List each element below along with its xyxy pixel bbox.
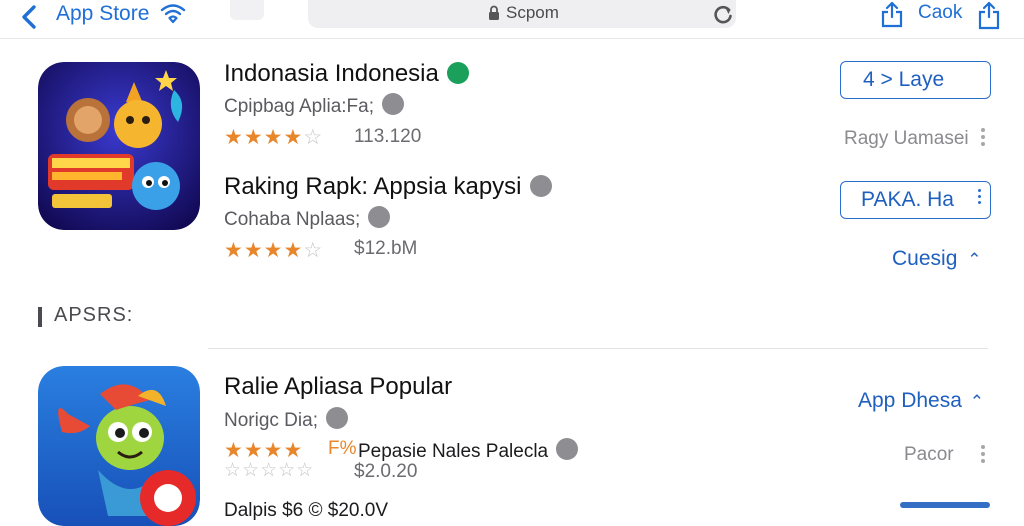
reload-icon[interactable]	[712, 4, 734, 26]
star-tail: F%	[328, 438, 357, 459]
app-icon-bird[interactable]	[38, 366, 200, 526]
verified-check-icon	[556, 438, 579, 460]
verified-check-icon	[446, 62, 469, 84]
app-meta: $12.bM	[354, 238, 418, 259]
lock-icon	[489, 5, 499, 20]
more-dots-icon	[978, 189, 982, 204]
address-text: Scpom	[506, 3, 559, 22]
partial-link[interactable]	[900, 502, 990, 508]
app-partial-row: Dalpis $6 © $20.0V	[224, 500, 388, 521]
app-side-link[interactable]: App Dhesa ⌃	[858, 389, 984, 413]
app-side-link-text: App Dhesa	[858, 389, 962, 412]
app-extra-text: Pepasie Nales Palecla	[358, 438, 579, 463]
app-side-text: Pacor	[904, 444, 954, 465]
verified-check-icon	[382, 93, 404, 115]
app-side-link[interactable]: Cuesig ⌃	[892, 247, 981, 271]
more-dots-icon[interactable]	[981, 445, 985, 466]
app-side-link-text: Cuesig	[892, 247, 958, 270]
section-marker	[38, 307, 42, 327]
app-extra-text-label: Pepasie Nales Palecla	[358, 441, 549, 462]
cancel-button[interactable]: Caok	[918, 2, 962, 24]
tabs-button[interactable]	[230, 0, 264, 20]
app-action-button[interactable]: 4 > Laye	[840, 61, 991, 99]
chevron-left-icon[interactable]	[18, 4, 42, 30]
wifi-icon	[160, 4, 186, 24]
share-icon[interactable]	[976, 0, 1002, 30]
app-meta: $2.0.20	[354, 461, 418, 482]
verified-check-icon	[529, 175, 552, 197]
verified-check-icon	[368, 206, 391, 228]
share-icon[interactable]	[880, 0, 904, 28]
app-action-button[interactable]: PAKA. Ha	[840, 181, 991, 219]
app-title-text: Indonasia Indonesia	[224, 60, 439, 87]
star-rating: ☆☆☆☆☆	[224, 460, 315, 481]
app-subtitle-text: Cpipbag Aplia:Fa;	[224, 96, 374, 117]
section-title: APSRS:	[54, 304, 134, 326]
app-icon-game[interactable]	[38, 62, 200, 230]
app-title[interactable]: Ralie Apliasa Popular	[224, 373, 452, 401]
star-rating: ★★★★☆	[224, 239, 324, 262]
app-subtitle-text: Norigc Dia;	[224, 410, 318, 431]
app-title[interactable]: Raking Rapk: Appsia kapysi	[224, 173, 552, 201]
app-subtitle-text: Cohaba Nplaas;	[224, 209, 361, 230]
app-title[interactable]: Indonasia Indonesia	[224, 60, 469, 88]
app-meta: 113.120	[354, 126, 422, 147]
chevron-up-icon: ⌃	[969, 392, 984, 411]
app-action-button-label: PAKA. Ha	[861, 188, 954, 211]
back-button[interactable]: App Store	[56, 2, 149, 26]
verified-check-icon	[325, 407, 348, 429]
star-rating: ★★★★☆	[224, 126, 324, 149]
app-side-text: Ragy Uamasei	[844, 128, 969, 149]
app-title-text: Raking Rapk: Appsia kapysi	[224, 173, 522, 200]
more-dots-icon[interactable]	[981, 128, 985, 149]
chevron-up-icon: ⌃	[967, 250, 982, 269]
divider	[208, 348, 988, 349]
app-subtitle: Norigc Dia;	[224, 407, 348, 432]
app-subtitle: Cpipbag Aplia:Fa;	[224, 93, 404, 118]
app-subtitle: Cohaba Nplaas;	[224, 206, 391, 231]
app-action-button-label: 4 > Laye	[863, 68, 945, 91]
